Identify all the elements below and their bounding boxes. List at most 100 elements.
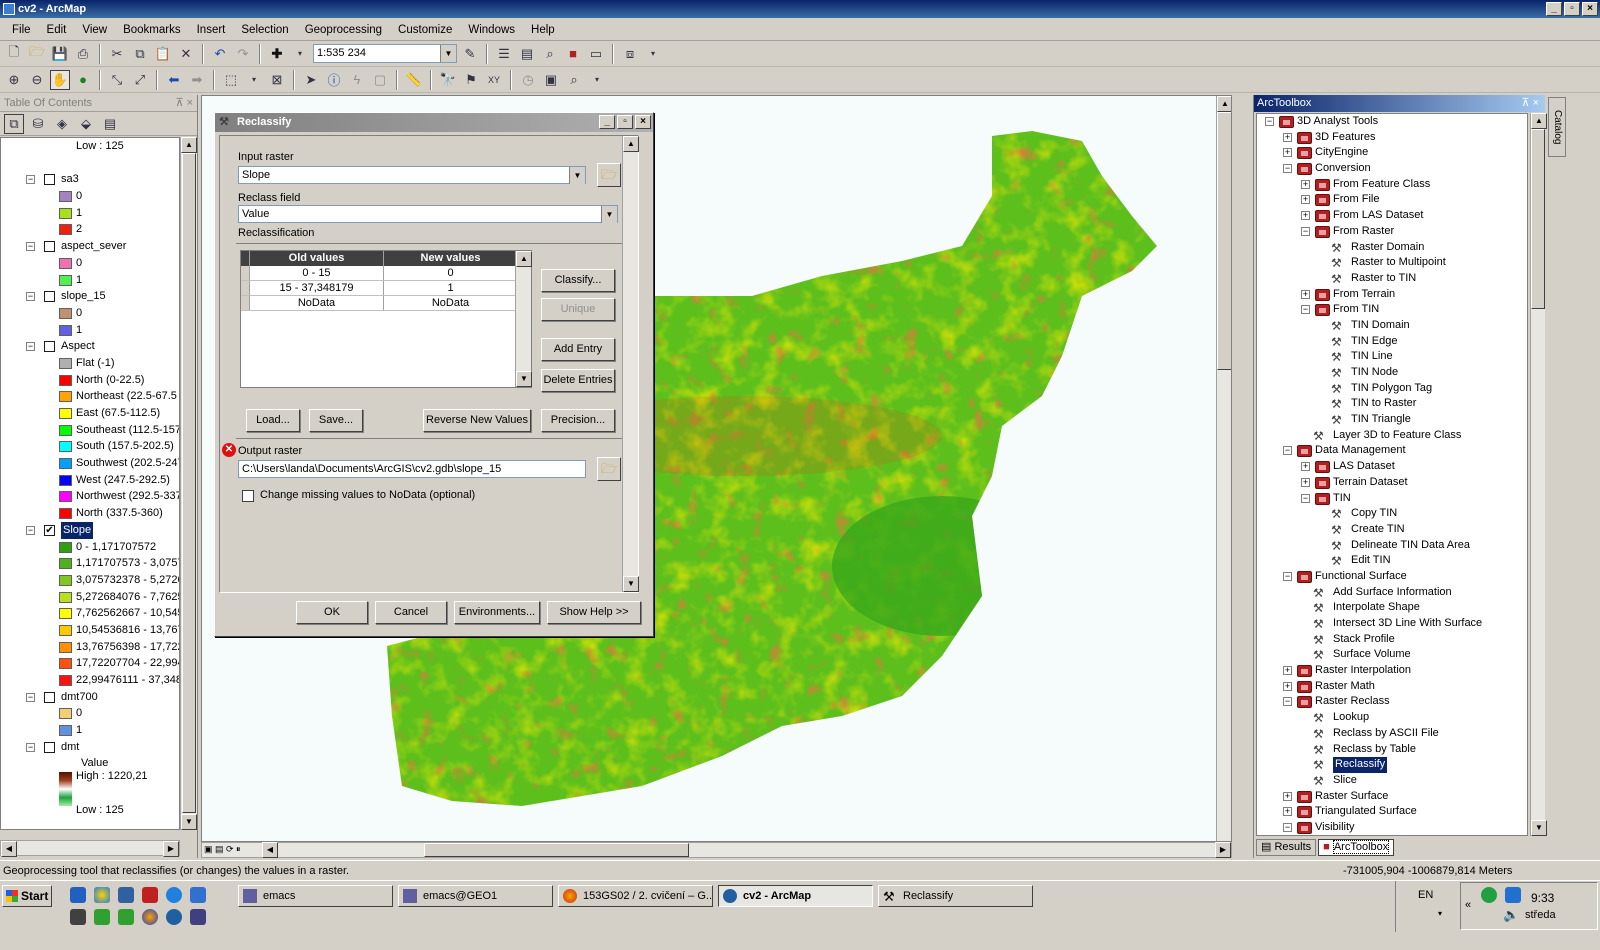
toolbox-tree-item[interactable]: ⚒ Raster Domain	[1257, 240, 1527, 256]
browse-folder-icon[interactable]: 🗁	[597, 163, 621, 187]
toolbox-tree-item[interactable]: ⚒ Add Surface Information	[1257, 585, 1527, 601]
table-row[interactable]: NoData NoData	[241, 296, 531, 311]
layer-name[interactable]: sa3	[61, 171, 79, 188]
menu-selection[interactable]: Selection	[233, 19, 296, 41]
toolbox-tree-item[interactable]: + Terrain Dataset	[1257, 475, 1527, 491]
collapse-icon[interactable]: −	[26, 342, 35, 352]
layer-row-slope[interactable]: − ✔ Slope	[1, 521, 179, 539]
catalog-window-icon[interactable]: ▤	[517, 44, 537, 64]
collapse-icon[interactable]: −	[1265, 117, 1274, 126]
task-reclassify[interactable]: ⚒ Reclassify	[878, 885, 1033, 907]
delete-entries-button[interactable]: Delete Entries	[541, 369, 615, 392]
scroll-down-icon[interactable]: ▼	[623, 576, 639, 592]
scroll-up-icon[interactable]: ▲	[1531, 113, 1547, 129]
save-icon[interactable]: 💾	[50, 44, 70, 64]
toolbox-tree-item[interactable]: + From Feature Class	[1257, 177, 1527, 193]
search-window-icon[interactable]: ⌕	[540, 44, 560, 64]
toolbox-tree-item[interactable]: ⚒ TIN Domain	[1257, 318, 1527, 334]
scroll-down-icon[interactable]: ▼	[516, 371, 532, 387]
toolbox-tree-item[interactable]: + Raster Interpolation	[1257, 663, 1527, 679]
layer-row-sa3[interactable]: − sa3	[1, 171, 179, 188]
chevron-down-icon[interactable]: ▾	[587, 70, 607, 90]
scrollbar-thumb[interactable]	[1531, 129, 1545, 309]
output-raster-input[interactable]: C:\Users\landa\Documents\ArcGIS\cv2.gdb\…	[238, 460, 586, 478]
network-icon[interactable]	[1505, 887, 1521, 903]
tray-expand-icon[interactable]: «	[1465, 899, 1471, 911]
layer-visibility-checkbox[interactable]	[44, 174, 55, 186]
scrollbar-thumb[interactable]	[182, 153, 196, 813]
layer-name[interactable]: dmt700	[61, 689, 98, 706]
python-window-icon[interactable]: ▭	[586, 44, 606, 64]
dialog-scrollbar[interactable]: ▲ ▼	[622, 136, 639, 592]
show-desktop-icon[interactable]	[70, 887, 86, 903]
show-help-button[interactable]: Show Help >>	[547, 601, 641, 624]
toolbox-tree-item[interactable]: − 3D Analyst Tools	[1257, 114, 1527, 130]
html-popup-icon[interactable]: ▢	[370, 70, 390, 90]
layer-name[interactable]: Slope	[61, 521, 94, 539]
new-value-cell[interactable]: NoData	[384, 296, 518, 310]
environments-button[interactable]: Environments...	[454, 601, 540, 624]
layer-visibility-checkbox[interactable]	[44, 341, 55, 353]
minimize-button[interactable]: _	[1546, 2, 1562, 16]
undo-icon[interactable]: ↶	[210, 44, 230, 64]
app-icon[interactable]	[70, 909, 86, 925]
toc-horizontal-scrollbar[interactable]: ◀ ▶	[0, 840, 180, 857]
toolbox-tree-item[interactable]: ⚒ TIN to Raster	[1257, 396, 1527, 412]
close-button[interactable]: ×	[635, 115, 651, 129]
full-extent-icon[interactable]: ●	[73, 70, 93, 90]
minimize-button[interactable]: _	[599, 115, 615, 129]
toolbox-tree-item[interactable]: +3D Features	[1257, 130, 1527, 146]
nodata-checkbox[interactable]	[242, 490, 254, 502]
collapse-icon[interactable]: −	[1283, 571, 1292, 581]
collapse-icon[interactable]: −	[26, 175, 35, 185]
browse-folder-icon[interactable]: 🗁	[597, 457, 621, 481]
print-icon[interactable]: ⎙	[73, 44, 93, 64]
toolbox-tree-item[interactable]: ⚒ Edit TIN	[1257, 553, 1527, 569]
column-header-old-values[interactable]: Old values	[250, 251, 384, 266]
app-icon[interactable]	[118, 909, 134, 925]
toolbox-tree-item[interactable]: ⚒ Surface Volume	[1257, 647, 1527, 663]
toolbox-tree-item[interactable]: ⚒ Interpolate Shape	[1257, 600, 1527, 616]
toolbox-tree-item[interactable]: − From TIN	[1257, 302, 1527, 318]
menu-geoprocessing[interactable]: Geoprocessing	[297, 19, 390, 41]
menu-view[interactable]: View	[74, 19, 115, 41]
old-value-cell[interactable]: 0 - 15	[250, 266, 384, 280]
layer-row-slope-15[interactable]: − slope_15	[1, 288, 179, 305]
menu-edit[interactable]: Edit	[39, 19, 75, 41]
table-scrollbar[interactable]: ▲ ▼	[515, 251, 532, 387]
toolbox-tree-item[interactable]: ⚒ Reclassify	[1257, 757, 1527, 773]
scroll-down-icon[interactable]: ▼	[1531, 820, 1547, 836]
expand-icon[interactable]: +	[1283, 807, 1292, 817]
copy-icon[interactable]: ⧉	[130, 44, 150, 64]
collapse-icon[interactable]: −	[1283, 697, 1292, 707]
layer-visibility-checkbox[interactable]	[44, 291, 55, 303]
collapse-icon[interactable]: −	[1283, 446, 1292, 456]
map-scale-combo[interactable]: 1:535 234 ▼	[313, 44, 457, 63]
menu-help[interactable]: Help	[523, 19, 563, 41]
collapse-icon[interactable]: −	[1283, 822, 1292, 832]
select-elements-icon[interactable]: ➤	[301, 70, 321, 90]
toolbox-vertical-scrollbar[interactable]: ▲ ▼	[1530, 113, 1547, 836]
pin-icon[interactable]: ⊼ ×	[175, 95, 193, 112]
toolbox-tree-item[interactable]: ⚒ Layer 3D to Feature Class	[1257, 428, 1527, 444]
clock-time[interactable]: 9:33	[1531, 891, 1554, 905]
reverse-new-values-button[interactable]: Reverse New Values	[423, 409, 531, 432]
ie-icon[interactable]	[94, 887, 110, 903]
pan-icon[interactable]: ✋	[50, 69, 70, 90]
expand-icon[interactable]: +	[1283, 791, 1292, 801]
toolbox-tree-item[interactable]: ⚒ Create TIN	[1257, 522, 1527, 538]
collapse-icon[interactable]: −	[1301, 226, 1310, 236]
input-raster-combo[interactable]: Slope ▼	[238, 166, 586, 184]
row-selector[interactable]	[241, 281, 250, 295]
toolbox-tree-item[interactable]: − Conversion	[1257, 161, 1527, 177]
toolbox-tree-item[interactable]: + CityEngine	[1257, 145, 1527, 161]
app-icon[interactable]	[190, 887, 206, 903]
expand-icon[interactable]: +	[1283, 666, 1292, 676]
list-by-source-icon[interactable]: ⛁	[28, 114, 48, 134]
layer-name[interactable]: aspect_sever	[61, 238, 126, 255]
scroll-left-icon[interactable]: ◀	[262, 842, 278, 858]
clear-selection-icon[interactable]: ⊠	[267, 70, 287, 90]
firefox-icon[interactable]	[142, 909, 158, 925]
toolbox-tree-item[interactable]: ⚒ Raster to TIN	[1257, 271, 1527, 287]
new-value-cell[interactable]: 0	[384, 266, 518, 280]
